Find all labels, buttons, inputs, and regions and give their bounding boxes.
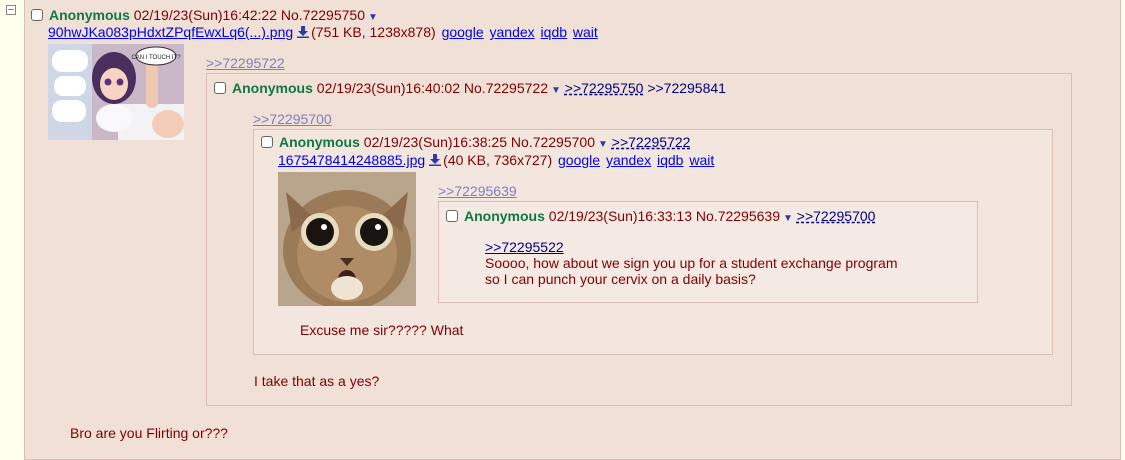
wait-link[interactable]: wait <box>689 152 714 168</box>
file-info-line: 90hwJKa083pHdxtZPqfEwxLq6(...).png (751 K… <box>48 24 598 40</box>
chevron-down-icon[interactable]: ▼ <box>598 139 608 150</box>
iqdb-link[interactable]: iqdb <box>541 24 567 40</box>
post-datetime: 02/19/23(Sun)16:33:13 <box>548 208 693 224</box>
post-number[interactable]: No.72295722 <box>464 80 548 96</box>
post-thumbnail-image[interactable] <box>278 172 416 306</box>
file-meta: (751 KB, 1238x878) <box>311 24 436 40</box>
post-message-line: so I can punch your cervix on a daily ba… <box>485 271 756 287</box>
google-link[interactable]: google <box>558 152 600 168</box>
chevron-down-icon[interactable]: ▼ <box>368 12 378 23</box>
yandex-link[interactable]: yandex <box>490 24 535 40</box>
post-message: I take that as a yes? <box>254 373 380 389</box>
post-header-72295722: Anonymous 02/19/23(Sun)16:40:02 No.72295… <box>214 80 726 96</box>
post-thumbnail-image[interactable]: CAN I TOUCH IT? <box>48 44 184 140</box>
file-info-line: 1675478414248885.jpg (40 KB, 736x727) goo… <box>278 152 714 168</box>
backlink[interactable]: >>72295750 <box>565 80 644 96</box>
wait-link[interactable]: wait <box>573 24 598 40</box>
post-message: Bro are you Flirting or??? <box>70 425 228 441</box>
chevron-down-icon[interactable]: ▼ <box>783 213 793 224</box>
iqdb-link[interactable]: iqdb <box>657 152 683 168</box>
yandex-link[interactable]: yandex <box>606 152 651 168</box>
poster-name: Anonymous <box>232 80 313 96</box>
poster-name: Anonymous <box>279 134 360 150</box>
backlink[interactable]: >>72295700 <box>797 208 876 224</box>
speech-bubble-text: CAN I TOUCH IT? <box>131 55 181 61</box>
post-number[interactable]: No.72295639 <box>696 208 780 224</box>
post-number[interactable]: No.72295700 <box>511 134 595 150</box>
backlink[interactable]: >>72295841 <box>647 80 726 96</box>
chevron-down-icon[interactable]: ▼ <box>551 85 561 96</box>
post-number[interactable]: No.72295750 <box>281 7 365 23</box>
post-message-line: Soooo, how about we sign you up for a st… <box>485 255 898 271</box>
google-link[interactable]: google <box>442 24 484 40</box>
minus-square-icon[interactable]: − <box>6 5 16 16</box>
post-header-72295700: Anonymous 02/19/23(Sun)16:38:25 No.72295… <box>261 134 690 150</box>
post-select-checkbox[interactable] <box>214 82 226 94</box>
file-link[interactable]: 1675478414248885.jpg <box>278 152 425 168</box>
post-datetime: 02/19/23(Sun)16:38:25 <box>363 134 508 150</box>
post-select-checkbox[interactable] <box>446 210 458 222</box>
file-link[interactable]: 90hwJKa083pHdxtZPqfEwxLq6(...).png <box>48 24 293 40</box>
poster-name: Anonymous <box>49 7 130 23</box>
reply-header-link[interactable]: >>72295700 <box>253 111 332 127</box>
file-meta: (40 KB, 736x727) <box>443 152 553 168</box>
quote-link[interactable]: >>72295522 <box>485 239 564 255</box>
post-select-checkbox[interactable] <box>31 9 43 21</box>
poster-name: Anonymous <box>464 208 545 224</box>
post-datetime: 02/19/23(Sun)16:42:22 <box>133 7 278 23</box>
post-select-checkbox[interactable] <box>261 136 273 148</box>
reply-header-link[interactable]: >>72295639 <box>438 183 517 199</box>
post-datetime: 02/19/23(Sun)16:40:02 <box>316 80 461 96</box>
download-icon[interactable] <box>297 26 310 38</box>
download-icon[interactable] <box>429 154 442 166</box>
post-message: Excuse me sir????? What <box>300 322 464 338</box>
reply-header-link[interactable]: >>72295722 <box>206 55 285 71</box>
backlink[interactable]: >>72295722 <box>612 134 691 150</box>
post-header-72295639: Anonymous 02/19/23(Sun)16:33:13 No.72295… <box>446 208 875 224</box>
post-header-72295750: Anonymous 02/19/23(Sun)16:42:22 No.72295… <box>31 7 378 23</box>
